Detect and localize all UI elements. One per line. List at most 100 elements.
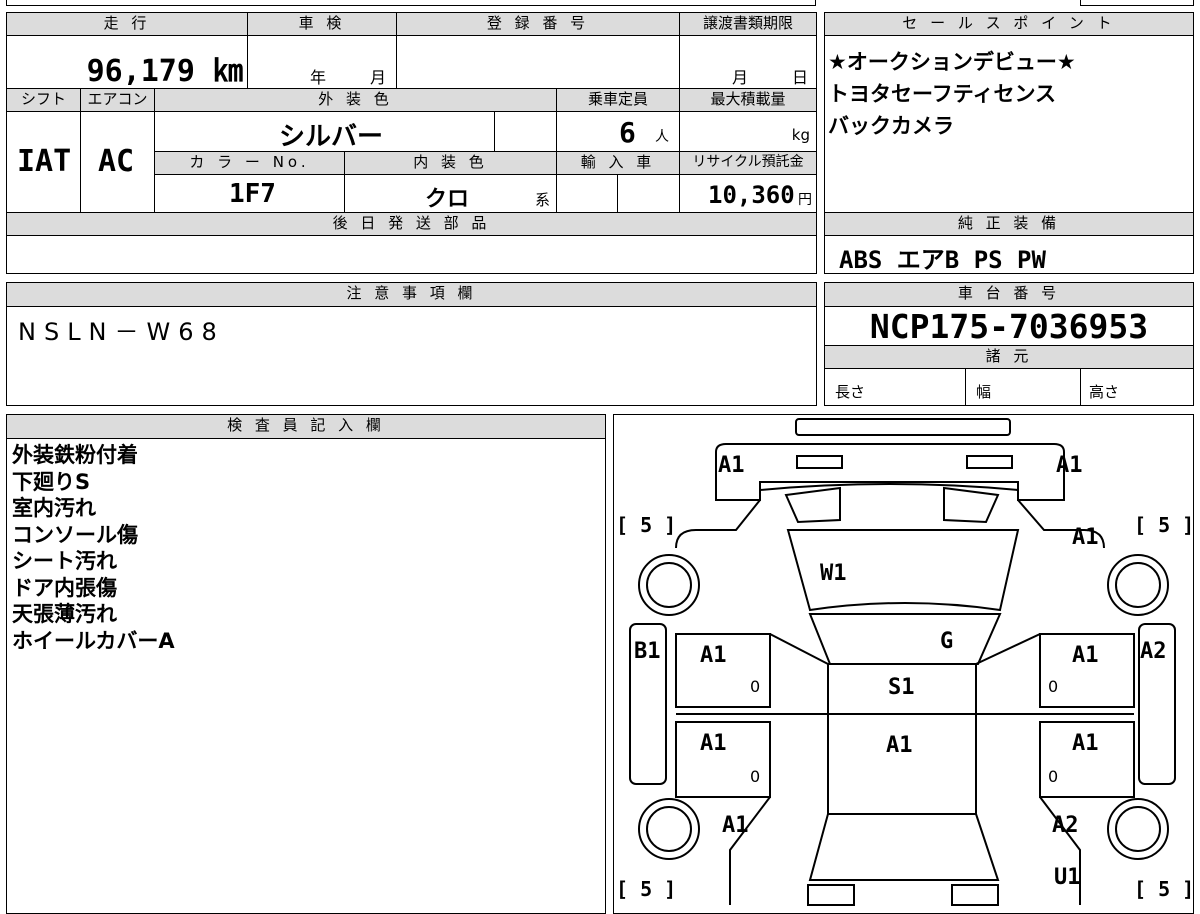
ac-label: エアコン bbox=[80, 88, 155, 112]
mark-rear-right-low: U1 bbox=[1054, 865, 1081, 890]
spec-height-label: 高さ bbox=[1089, 383, 1120, 401]
mark-tire-front-right: [ 5 ] bbox=[1134, 513, 1194, 537]
ac-value: AC bbox=[98, 144, 135, 179]
sales-point-line: トヨタセーフティセンス bbox=[828, 82, 1057, 106]
mark-windshield: W1 bbox=[820, 561, 847, 586]
color-no-cell: 1F7 bbox=[154, 174, 345, 213]
inspector-line: ドア内張傷 bbox=[12, 575, 117, 600]
inspection-month: 月 bbox=[370, 68, 387, 87]
exterior-color-value: シルバー bbox=[279, 122, 384, 152]
shift-label: シフト bbox=[6, 88, 81, 112]
max-load-label: 最大積載量 bbox=[679, 88, 817, 112]
interior-color-value: クロ bbox=[425, 187, 470, 212]
registration-cell bbox=[396, 35, 680, 89]
inspection-cell: 年 月 bbox=[247, 35, 397, 89]
color-no-label: カ ラ ー No. bbox=[154, 151, 345, 175]
chassis-label: 車 台 番 号 bbox=[824, 282, 1194, 307]
sales-point-line: ★オークションデビュー★ bbox=[828, 50, 1076, 74]
color-no-value: 1F7 bbox=[229, 179, 276, 209]
mark-center: S1 bbox=[888, 675, 915, 700]
import-cell-a bbox=[556, 174, 618, 213]
mark-right-sill: A2 bbox=[1140, 639, 1167, 664]
mark-front-right: A1 bbox=[1056, 453, 1083, 478]
mark-left-sill: B1 bbox=[634, 639, 661, 664]
transfer-cell: 月 日 bbox=[679, 35, 817, 89]
inspection-label: 車 検 bbox=[247, 12, 397, 36]
capacity-unit: 人 bbox=[655, 129, 669, 145]
recycle-value: 10,360 bbox=[708, 181, 795, 209]
exterior-extra-cell bbox=[494, 111, 557, 152]
mark-rear-door-left: A1 bbox=[700, 731, 727, 756]
spec-length-cell: 長さ bbox=[824, 368, 966, 406]
equipment-label: 純 正 装 備 bbox=[824, 212, 1194, 236]
damage-diagram-panel: A1 A1 [ 5 ] [ 5 ] A1 W1 G B1 A2 A1 0 A1 … bbox=[613, 414, 1194, 914]
capacity-label: 乗車定員 bbox=[556, 88, 680, 112]
inspector-line: ホイールカバーA bbox=[12, 628, 175, 653]
sales-points-label: セ ー ル ス ポ イ ン ト bbox=[824, 12, 1194, 36]
mark-fender-right: A1 bbox=[1072, 525, 1099, 550]
transfer-day: 日 bbox=[792, 68, 809, 87]
max-load-cell: kg bbox=[679, 111, 817, 152]
shift-value: IAT bbox=[17, 144, 72, 179]
interior-color-label: 内 装 色 bbox=[344, 151, 557, 175]
inspector-line: 室内汚れ bbox=[12, 496, 96, 520]
mark-rear-door-right-sub: 0 bbox=[1048, 767, 1059, 786]
mark-center-rear: A1 bbox=[886, 733, 913, 758]
mark-tire-front-left: [ 5 ] bbox=[616, 513, 677, 537]
interior-suffix: 系 bbox=[535, 191, 551, 209]
mileage-value: 96,179 ㎞ bbox=[86, 54, 243, 89]
import-label: 輸 入 車 bbox=[556, 151, 680, 175]
mark-front-door-right-sub: 0 bbox=[1048, 677, 1059, 696]
mileage-cell: 96,179 ㎞ bbox=[6, 35, 248, 89]
recycle-cell: 10,360 円 bbox=[679, 174, 817, 213]
mark-rear-fender-left: A1 bbox=[722, 813, 749, 838]
later-parts-cell bbox=[6, 235, 817, 274]
exterior-color-label: 外 装 色 bbox=[154, 88, 557, 112]
spec-height-cell: 高さ bbox=[1080, 368, 1194, 406]
capacity-value: 6 bbox=[619, 116, 636, 149]
spec-width-cell: 幅 bbox=[965, 368, 1081, 406]
ac-cell: AC bbox=[80, 111, 155, 213]
sales-point-line: バックカメラ bbox=[828, 114, 954, 138]
inspector-line: シート汚れ bbox=[12, 549, 117, 573]
specs-label: 諸 元 bbox=[824, 345, 1194, 369]
recycle-unit: 円 bbox=[798, 192, 812, 208]
inspector-line: 天張薄汚れ bbox=[12, 602, 117, 626]
mark-tire-rear-left: [ 5 ] bbox=[616, 877, 677, 901]
mark-front-door-left: A1 bbox=[700, 643, 727, 668]
capacity-cell: 6 人 bbox=[556, 111, 680, 152]
exterior-color-cell: シルバー bbox=[154, 111, 495, 152]
mark-rear-door-left-sub: 0 bbox=[750, 767, 761, 786]
mark-front-door-left-sub: 0 bbox=[750, 677, 761, 696]
interior-color-cell: クロ 系 bbox=[344, 174, 557, 213]
import-cell-b bbox=[617, 174, 680, 213]
inspector-line: コンソール傷 bbox=[12, 522, 138, 547]
registration-label: 登 録 番 号 bbox=[396, 12, 680, 36]
max-load-unit: kg bbox=[791, 126, 810, 144]
inspector-lines: 外装鉄粉付着 下廻りS 室内汚れ コンソール傷 シート汚れ ドア内張傷 天張薄汚… bbox=[12, 442, 175, 654]
top-strip bbox=[6, 0, 816, 6]
notes-label: 注 意 事 項 欄 bbox=[6, 282, 817, 307]
mileage-label: 走 行 bbox=[6, 12, 248, 36]
mark-roof: G bbox=[940, 629, 954, 654]
equipment-value: ABS エアB PS PW bbox=[839, 246, 1046, 274]
recycle-label: リサイクル預託金 bbox=[679, 151, 817, 175]
shift-cell: IAT bbox=[6, 111, 81, 213]
mark-front-left: A1 bbox=[718, 453, 745, 478]
inspector-line: 下廻りS bbox=[12, 469, 91, 494]
later-parts-label: 後 日 発 送 部 品 bbox=[6, 212, 817, 236]
transfer-deadline-label: 譲渡書類期限 bbox=[679, 12, 817, 36]
spec-width-label: 幅 bbox=[976, 383, 992, 401]
top-strip-right bbox=[1080, 0, 1194, 6]
spec-length-label: 長さ bbox=[835, 383, 866, 401]
inspector-label: 検 査 員 記 入 欄 bbox=[6, 414, 606, 439]
mark-tire-rear-right: [ 5 ] bbox=[1134, 877, 1194, 901]
inspection-year: 年 bbox=[310, 68, 327, 87]
transfer-month: 月 bbox=[732, 68, 749, 87]
notes-value: NSLN－W68 bbox=[18, 318, 225, 346]
equipment-cell: ABS エアB PS PW bbox=[824, 235, 1194, 274]
mark-rear-fender-right: A2 bbox=[1052, 813, 1079, 838]
mark-rear-door-right: A1 bbox=[1072, 731, 1099, 756]
mark-front-door-right: A1 bbox=[1072, 643, 1099, 668]
chassis-value: NCP175-7036953 bbox=[869, 307, 1149, 346]
